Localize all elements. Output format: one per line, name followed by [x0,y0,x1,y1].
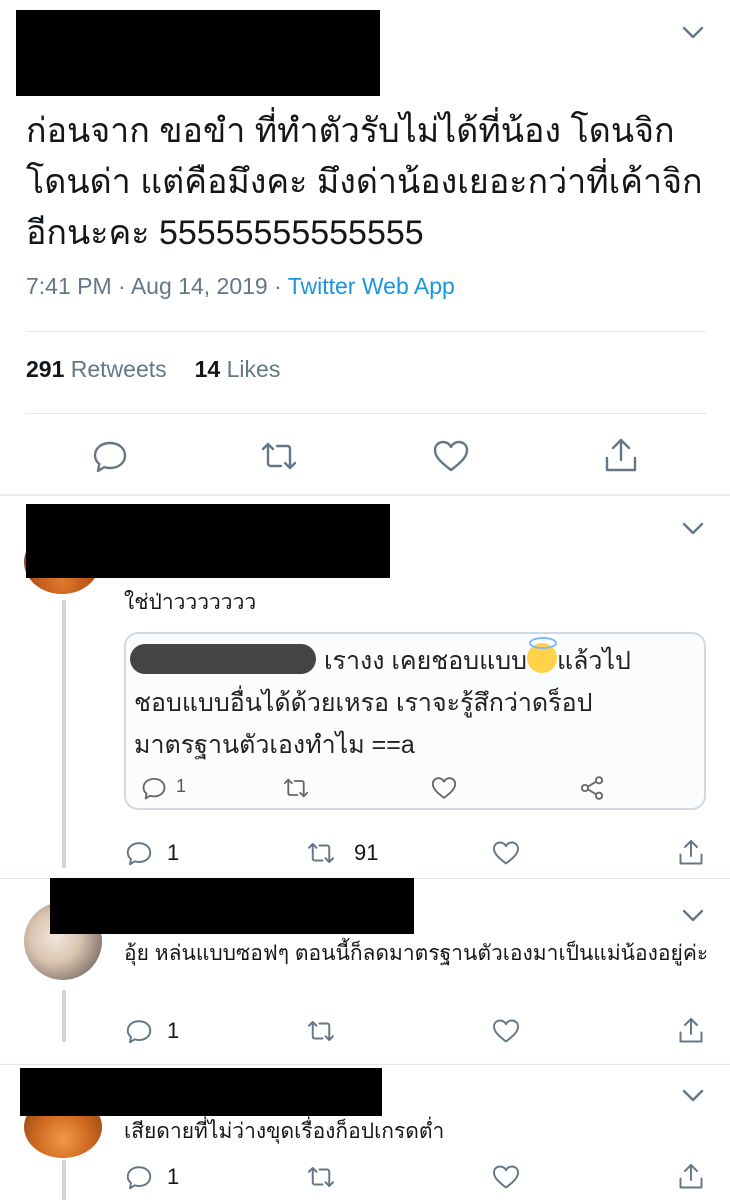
retweet-button[interactable] [259,436,299,476]
tweet-time: 7:41 PM [26,273,112,299]
like-button[interactable] [491,1016,521,1046]
likes-label: Likes [226,356,281,382]
chevron-down-icon[interactable] [680,518,706,538]
share-button[interactable] [676,1016,706,1046]
redacted-reply-author [20,1068,382,1116]
reply-icon [140,774,168,802]
like-icon [493,1165,519,1189]
share-icon [679,1164,703,1189]
share-icon [679,840,703,865]
quoted-line-1b: แล้วไป [557,647,631,675]
thread-line [62,990,66,1042]
share-network-icon [578,774,606,802]
retweet-icon [308,1167,334,1187]
section-separator [0,494,730,496]
divider [26,413,706,414]
reply-icon [126,842,152,866]
redacted-reply-author [50,878,414,934]
smiling-face-with-halo-icon [527,637,557,673]
tweet-meta: 7:41 PM · Aug 14, 2019 · Twitter Web App [26,273,455,300]
retweet-icon [261,442,297,470]
reply-text: ใช่ป่าววววววว [124,591,257,614]
like-icon [493,841,519,865]
retweet-count: 91 [354,840,379,865]
like-icon [433,440,469,472]
tweet-source-link[interactable]: Twitter Web App [288,273,455,299]
redacted-reply-author [26,504,390,578]
reply-icon [93,441,127,473]
retweet-button[interactable] [306,1016,336,1046]
share-icon [679,1018,703,1043]
retweet-icon [282,774,310,802]
retweets-label: Retweets [70,356,167,382]
retweet-button[interactable] [306,838,336,868]
reply-icon [126,1166,152,1190]
divider [26,331,706,332]
chevron-down-icon[interactable] [680,1085,706,1105]
quoted-reply-count: 1 [176,776,187,796]
reply-button[interactable] [90,436,130,476]
quoted-screenshot[interactable]: เรางง เคยชอบแบบ แล้วไป ชอบแบบอื่นได้ด้วยเ… [124,632,706,810]
thread-line [62,1160,66,1200]
share-icon [605,438,637,472]
tweet-text: ก่อนจาก ขอขำ ที่ทำตัวรับไม่ได้ที่น้อง โด… [26,112,703,252]
reply-separator [0,1064,730,1065]
quoted-line-1: เรางง เคยชอบแบบ [324,647,527,675]
like-icon [430,774,458,802]
reply-count: 1 [167,840,180,865]
like-button[interactable] [491,838,521,868]
like-button[interactable] [491,1162,521,1192]
thread-line [62,600,66,868]
reply-button[interactable] [124,1162,154,1192]
quoted-line-2: ชอบแบบอื่นได้ด้วยเหรอ เราจะรู้สึกว่าดร็อ… [134,689,593,717]
meta-separator: · [274,273,282,299]
retweets-stat[interactable]: 291 Retweets [26,356,167,382]
retweet-icon [308,843,334,863]
tweet-stats: 291 Retweets 14 Likes [26,356,280,383]
share-button[interactable] [676,838,706,868]
share-button[interactable] [601,436,641,476]
tweet-date: Aug 14, 2019 [130,273,268,299]
reply-button[interactable] [124,838,154,868]
like-button[interactable] [431,436,471,476]
reply-text: เสียดายที่ไม่ว่างขุดเรื่องก็อปเกรดต่ำ [124,1120,445,1143]
quoted-text: เรางง เคยชอบแบบ แล้วไป [134,637,694,682]
reply-count: 1 [167,1018,180,1043]
reply-text: อุ้ย หล่นแบบซอฟๆ ตอนนี้ก็ลดมาตรฐานตัวเอง… [124,942,709,965]
reply-button[interactable] [124,1016,154,1046]
share-button[interactable] [676,1162,706,1192]
chevron-down-icon[interactable] [680,905,706,925]
redacted-author-header [16,10,380,96]
retweet-icon [308,1021,334,1041]
likes-stat[interactable]: 14 Likes [195,356,281,382]
likes-count: 14 [194,356,221,382]
reply-icon [126,1020,152,1044]
meta-separator: · [118,273,126,299]
chevron-down-icon[interactable] [680,22,706,42]
retweet-button[interactable] [306,1162,336,1192]
quoted-line-3: มาตรฐานตัวเองทำไม ==a [134,731,415,759]
retweets-count: 291 [26,356,65,382]
like-icon [493,1019,519,1043]
reply-count: 1 [167,1164,180,1189]
